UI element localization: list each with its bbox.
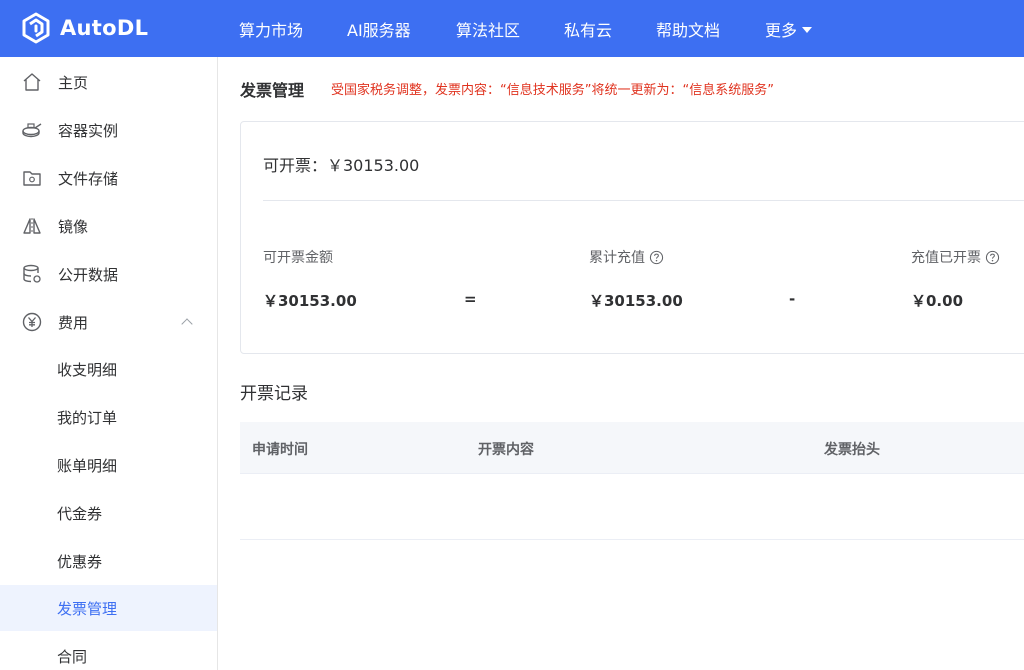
sidebar-item-images[interactable]: 镜像 bbox=[0, 203, 217, 249]
sidebar-subitem-coupons[interactable]: 优惠券 bbox=[0, 538, 217, 584]
sidebar-subitem-label: 代金券 bbox=[57, 504, 103, 523]
sidebar-subitem-label: 发票管理 bbox=[57, 599, 118, 618]
top-navbar: AutoDL 算力市场 AI服务器 算法社区 私有云 帮助文档 更多 bbox=[0, 0, 1024, 57]
stat-label-text: 累计充值 bbox=[589, 250, 645, 266]
caret-down-icon bbox=[802, 27, 813, 33]
stat-label-text: 可开票金额 bbox=[263, 250, 333, 266]
stat-label-text: 充值已开票 bbox=[911, 250, 981, 266]
sidebar-item-containers[interactable]: 容器实例 bbox=[0, 107, 217, 153]
nav-item-ai-server[interactable]: AI服务器 bbox=[347, 17, 411, 41]
page-title: 发票管理 bbox=[240, 81, 305, 100]
nav-item-help-docs[interactable]: 帮助文档 bbox=[656, 17, 720, 41]
sidebar-subitem-label: 优惠券 bbox=[57, 552, 103, 571]
sidebar-subitem-vouchers[interactable]: 代金券 bbox=[0, 490, 217, 536]
nav-item-algorithm-community[interactable]: 算法社区 bbox=[456, 17, 520, 41]
yen-icon bbox=[21, 311, 43, 333]
nav-item-more[interactable]: 更多 bbox=[765, 17, 813, 41]
divider bbox=[263, 200, 1024, 201]
sidebar-item-home[interactable]: 主页 bbox=[0, 59, 217, 105]
invoiceable-amount-line: 可开票：￥30153.00 bbox=[263, 156, 420, 175]
minus-sign: - bbox=[789, 290, 796, 308]
equals-sign: = bbox=[464, 290, 477, 308]
database-icon bbox=[21, 263, 43, 285]
brand-logo[interactable]: AutoDL bbox=[20, 11, 148, 45]
sidebar-item-label: 费用 bbox=[58, 313, 89, 332]
stat-label-invoiceable: 可开票金额 bbox=[263, 247, 333, 267]
sidebar-item-file-storage[interactable]: 文件存储 bbox=[0, 155, 217, 201]
stat-value-invoiceable: ￥30153.00 bbox=[263, 292, 357, 310]
stat-label-invoiced-recharge: 充值已开票 bbox=[911, 247, 1000, 267]
home-icon bbox=[21, 71, 43, 93]
records-section-title: 开票记录 bbox=[240, 384, 308, 404]
sidebar-item-label: 镜像 bbox=[58, 217, 89, 236]
sidebar-subitem-bill-details[interactable]: 账单明细 bbox=[0, 442, 217, 488]
column-header-invoice-title: 发票抬头 bbox=[824, 442, 880, 458]
chevron-up-icon bbox=[181, 318, 193, 330]
question-circle-icon[interactable] bbox=[649, 250, 664, 265]
sidebar-subitem-transactions[interactable]: 收支明细 bbox=[0, 346, 217, 392]
sidebar-item-billing[interactable]: 费用 bbox=[0, 299, 217, 345]
sidebar-item-label: 公开数据 bbox=[58, 265, 119, 284]
sidebar-subitem-label: 我的订单 bbox=[57, 408, 118, 427]
sidebar: 主页 容器实例 文件存储 镜像 公开数据 费用 收支明细 我的订单 账单明细 代… bbox=[0, 57, 218, 670]
stat-value-total-recharge: ￥30153.00 bbox=[589, 292, 683, 310]
sidebar-item-label: 主页 bbox=[58, 73, 89, 92]
sidebar-subitem-invoice-management[interactable]: 发票管理 bbox=[0, 585, 217, 631]
sidebar-subitem-contracts[interactable]: 合同 bbox=[0, 633, 217, 670]
storage-icon bbox=[21, 167, 43, 189]
sidebar-item-public-data[interactable]: 公开数据 bbox=[0, 251, 217, 297]
stat-label-total-recharge: 累计充值 bbox=[589, 247, 664, 267]
records-table-body bbox=[240, 474, 1024, 540]
container-icon bbox=[21, 119, 43, 141]
nav-more-label: 更多 bbox=[765, 21, 798, 40]
sidebar-subitem-label: 账单明细 bbox=[57, 456, 118, 475]
autodl-logo-icon bbox=[22, 12, 50, 44]
records-table-header bbox=[240, 422, 1024, 474]
sidebar-item-label: 容器实例 bbox=[58, 121, 119, 140]
stat-value-invoiced-recharge: ￥0.00 bbox=[911, 292, 964, 310]
sidebar-item-label: 文件存储 bbox=[58, 169, 119, 188]
column-header-apply-time: 申请时间 bbox=[252, 442, 308, 458]
mirror-icon bbox=[21, 215, 43, 237]
sidebar-subitem-label: 合同 bbox=[57, 647, 88, 666]
nav-item-compute-market[interactable]: 算力市场 bbox=[239, 17, 303, 41]
brand-name: AutoDL bbox=[60, 16, 149, 40]
column-header-invoice-content: 开票内容 bbox=[478, 442, 534, 458]
question-circle-icon[interactable] bbox=[985, 250, 1000, 265]
nav-item-private-cloud[interactable]: 私有云 bbox=[564, 17, 612, 41]
sidebar-subitem-label: 收支明细 bbox=[57, 360, 118, 379]
tax-notice: 受国家税务调整，发票内容：“信息技术服务”将统一更新为：“信息系统服务” bbox=[331, 83, 774, 98]
sidebar-subitem-my-orders[interactable]: 我的订单 bbox=[0, 394, 217, 440]
